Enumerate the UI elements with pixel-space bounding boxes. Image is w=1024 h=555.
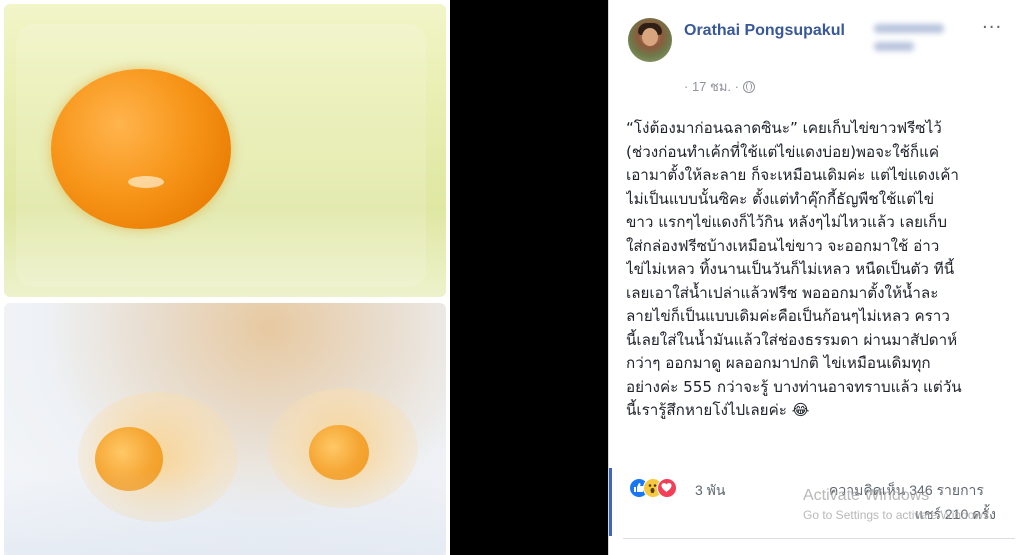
- post-text-line: เลยเอาใส่น้ำเปล่าแล้วฟรีซ พอออกมาตั้งให้…: [626, 283, 939, 302]
- raw-yolk: [51, 69, 231, 229]
- watermark-title: Activate Windows: [803, 487, 930, 504]
- reaction-count[interactable]: 3 พัน: [695, 480, 725, 502]
- author-name[interactable]: Orathai Pongsupakul: [684, 22, 845, 40]
- post-text: “โง่ต้องมาก่อนฉลาดซินะ” เคยเก็บไข่ขาวฟรี…: [626, 117, 1014, 423]
- post-panel: Orathai Pongsupakul ··· · 17 ชม. · “โง่ต…: [608, 0, 1024, 555]
- more-options-icon[interactable]: ···: [982, 17, 1002, 38]
- post-text-line: ไข่ไม่เหลว ทิ้งนานเป็นวันก็ไม่เหลว หนืดเ…: [626, 260, 955, 278]
- post-text-line: นี้เลยใส่ในน้ำมันแล้วใส่ช่องธรรมดา ผ่านม…: [626, 330, 958, 349]
- post-text-line: (ช่วงก่อนทำเค้กที่ใช้แต่ไข่แดงบ่อย)พอจะใ…: [626, 142, 940, 161]
- post-time[interactable]: · 17 ชม. ·: [684, 79, 739, 94]
- focus-accent: [609, 468, 612, 536]
- post-text-line: อย่างค่ะ 555 กว่าจะรู้ บางท่านอาจทราบแล้…: [626, 377, 962, 396]
- activate-windows-watermark: Activate Windows Go to Settings to activ…: [803, 487, 992, 522]
- post-text-line: ลายไข่ก็เป็นแบบเดิมค่ะคือเป็นก้อนๆไม่เหล…: [626, 307, 950, 325]
- avatar[interactable]: [628, 18, 672, 62]
- globe-icon[interactable]: [742, 81, 755, 93]
- post-text-line: ไม่เป็นแบบนั้นซิคะ ตั้งแต่ทำคุ๊กกี้ธัญพื…: [626, 189, 935, 208]
- post-text-line: ใส่กล่องฟรีซบ้างเหมือนไข่ขาว จะออกมาใช้ …: [626, 236, 940, 255]
- love-reaction-icon: [657, 478, 677, 498]
- post-text-line: กว่าๆ ออกมาดู ผลออกมาปกติ ไข่เหมือนเดิมท…: [626, 354, 931, 372]
- photo-gallery: [0, 0, 450, 555]
- ice-surface: [4, 470, 446, 555]
- post-text-line: เอามาตั้งให้ละลาย ก็จะเหมือนเดิมค่ะ แต่ไ…: [626, 166, 959, 184]
- yolk-highlight: [128, 176, 164, 188]
- post-meta: · 17 ชม. ·: [684, 76, 755, 97]
- post-text-line: นี้เรารู้สึกหายโง่ไปเลยค่ะ 😂: [626, 401, 810, 419]
- blurred-name: [874, 18, 952, 58]
- post-text-line: “โง่ต้องมาก่อนฉลาดซินะ” เคยเก็บไข่ขาวฟรี…: [626, 119, 942, 137]
- divider: [623, 538, 1015, 539]
- watermark-subtitle: Go to Settings to activate Windows.: [803, 508, 993, 522]
- post-text-line: ขาว แรกๆไข่แดงก็ไว้กิน หลังๆไม่ไหวแล้ว เ…: [626, 213, 948, 231]
- avatar-face: [642, 28, 658, 46]
